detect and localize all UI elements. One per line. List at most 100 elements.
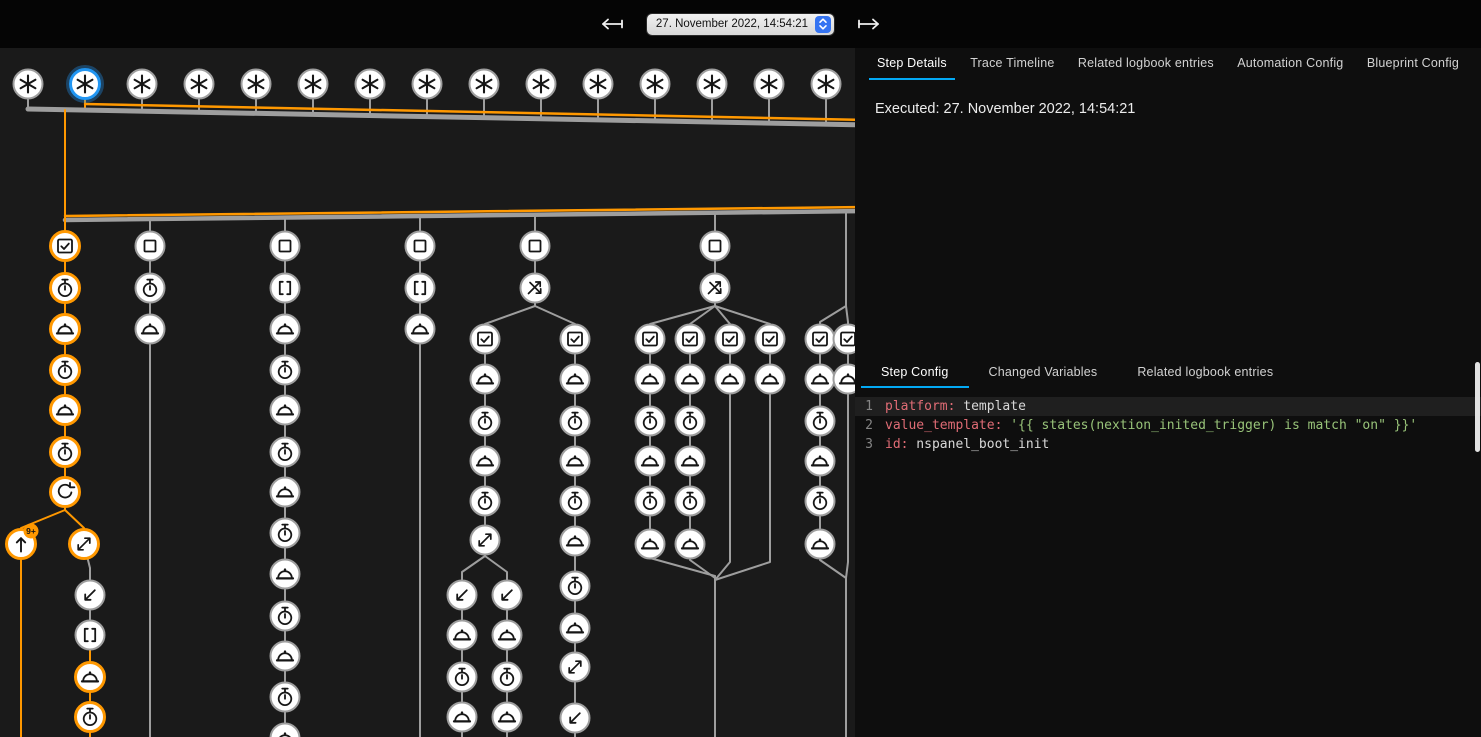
scrollbar-thumb[interactable] <box>1475 362 1480 452</box>
node-diverge[interactable] <box>471 526 500 555</box>
node-bell[interactable] <box>676 365 705 394</box>
node-timer[interactable] <box>271 519 300 548</box>
node-bell[interactable] <box>561 447 590 476</box>
node-bell[interactable] <box>493 621 522 650</box>
node-asterisk[interactable] <box>14 70 43 99</box>
node-square[interactable] <box>521 232 550 261</box>
node-bell[interactable] <box>806 447 835 476</box>
tab-step-details[interactable]: Step Details <box>869 48 955 80</box>
node-bell[interactable] <box>51 315 80 344</box>
node-timer[interactable] <box>806 407 835 436</box>
node-timer[interactable] <box>51 356 80 385</box>
node-timer[interactable] <box>806 487 835 516</box>
node-split[interactable] <box>701 274 730 303</box>
node-asterisk[interactable] <box>812 70 841 99</box>
node-asterisk[interactable] <box>128 70 157 99</box>
node-timer[interactable] <box>271 683 300 712</box>
node-bell[interactable] <box>716 365 745 394</box>
node-bell[interactable] <box>471 365 500 394</box>
node-timer[interactable] <box>561 572 590 601</box>
tab-trace-timeline[interactable]: Trace Timeline <box>962 48 1062 80</box>
node-bell[interactable] <box>561 527 590 556</box>
node-square[interactable] <box>701 232 730 261</box>
node-bell[interactable] <box>136 315 165 344</box>
node-condition[interactable] <box>756 325 785 354</box>
node-asterisk[interactable] <box>413 70 442 99</box>
node-square[interactable] <box>406 232 435 261</box>
trace-run-select[interactable]: 27. November 2022, 14:54:21 <box>647 14 834 35</box>
node-bell[interactable] <box>636 530 665 559</box>
node-diverge[interactable] <box>561 653 590 682</box>
node-bell[interactable] <box>271 560 300 589</box>
node-timer[interactable] <box>136 274 165 303</box>
node-timer[interactable] <box>271 438 300 467</box>
node-bell[interactable] <box>271 315 300 344</box>
node-asterisk[interactable] <box>68 67 103 102</box>
node-condition[interactable] <box>834 325 856 354</box>
node-bell[interactable] <box>636 365 665 394</box>
node-timer[interactable] <box>636 407 665 436</box>
node-condition[interactable] <box>636 325 665 354</box>
node-diverge[interactable] <box>70 530 99 559</box>
node-arrow-up[interactable]: 9+ <box>7 524 39 559</box>
node-arrow-bl[interactable] <box>493 581 522 610</box>
node-bell[interactable] <box>561 614 590 643</box>
node-bell[interactable] <box>406 315 435 344</box>
node-bell[interactable] <box>676 530 705 559</box>
node-bell[interactable] <box>756 365 785 394</box>
node-square[interactable] <box>271 232 300 261</box>
tab-blueprint-config[interactable]: Blueprint Config <box>1359 48 1467 80</box>
node-repeat[interactable] <box>51 478 80 507</box>
node-timer[interactable] <box>636 487 665 516</box>
node-bell[interactable] <box>448 703 477 732</box>
node-timer[interactable] <box>448 663 477 692</box>
node-bell[interactable] <box>448 621 477 650</box>
node-asterisk[interactable] <box>185 70 214 99</box>
node-bell[interactable] <box>561 365 590 394</box>
node-bell[interactable] <box>51 396 80 425</box>
tab-changed-variables[interactable]: Changed Variables <box>969 358 1118 388</box>
node-asterisk[interactable] <box>584 70 613 99</box>
node-timer[interactable] <box>51 274 80 303</box>
node-bell[interactable] <box>271 478 300 507</box>
node-bell[interactable] <box>271 724 300 737</box>
node-bell[interactable] <box>271 396 300 425</box>
tab-step-config[interactable]: Step Config <box>861 358 969 388</box>
node-condition[interactable] <box>561 325 590 354</box>
node-asterisk[interactable] <box>641 70 670 99</box>
node-arrow-bl[interactable] <box>76 581 105 610</box>
node-condition[interactable] <box>806 325 835 354</box>
node-asterisk[interactable] <box>356 70 385 99</box>
node-arrow-bl[interactable] <box>448 581 477 610</box>
node-timer[interactable] <box>51 438 80 467</box>
tab-automation-config[interactable]: Automation Config <box>1229 48 1351 80</box>
node-timer[interactable] <box>676 407 705 436</box>
node-split[interactable] <box>521 274 550 303</box>
node-timer[interactable] <box>676 487 705 516</box>
node-asterisk[interactable] <box>755 70 784 99</box>
node-condition[interactable] <box>716 325 745 354</box>
node-square[interactable] <box>136 232 165 261</box>
node-timer[interactable] <box>76 703 105 732</box>
node-asterisk[interactable] <box>527 70 556 99</box>
node-bell[interactable] <box>471 447 500 476</box>
node-brackets[interactable] <box>406 274 435 303</box>
tab-related-logbook-entries[interactable]: Related logbook entries <box>1070 48 1222 80</box>
node-bell[interactable] <box>806 365 835 394</box>
node-bell[interactable] <box>636 447 665 476</box>
node-condition[interactable] <box>676 325 705 354</box>
node-bell[interactable] <box>493 703 522 732</box>
node-condition[interactable] <box>51 232 80 261</box>
node-asterisk[interactable] <box>698 70 727 99</box>
node-timer[interactable] <box>271 602 300 631</box>
node-timer[interactable] <box>493 663 522 692</box>
node-asterisk[interactable] <box>299 70 328 99</box>
tab-related-logbook-entries[interactable]: Related logbook entries <box>1117 358 1293 388</box>
node-timer[interactable] <box>471 407 500 436</box>
node-brackets[interactable] <box>271 274 300 303</box>
node-bell[interactable] <box>834 365 856 394</box>
node-condition[interactable] <box>471 325 500 354</box>
previous-trace-button[interactable] <box>597 15 627 33</box>
node-asterisk[interactable] <box>470 70 499 99</box>
next-trace-button[interactable] <box>854 15 884 33</box>
